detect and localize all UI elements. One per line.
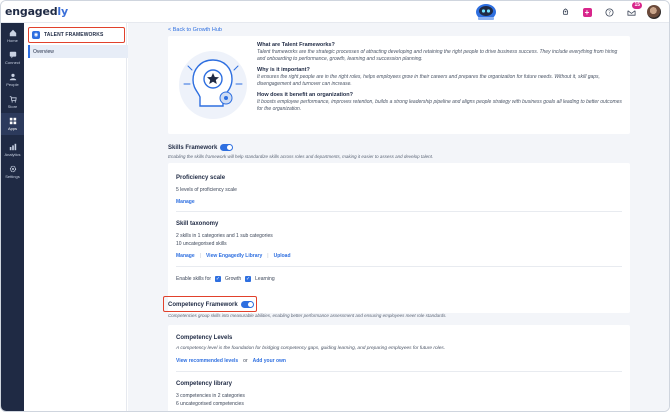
skill-taxonomy-summary: 2 skills in 1 categories and 1 sub categ… [176,233,273,239]
taxonomy-links: Manage | View Engagedly Library | Upload [176,253,291,259]
competency-framework-title: Competency Framework [168,301,254,308]
app-window: engagedly + ? 15 Home Connect People Sto… [0,0,670,412]
help-icon[interactable]: ? [603,6,615,18]
plus-icon: + [582,7,592,17]
skills-framework-title: Skills Framework [168,144,234,151]
enable-skills-row: Enable skills for ✓ Growth ✓ Learning [176,276,275,282]
skill-taxonomy-title: Skill taxonomy [176,221,219,227]
view-engagedly-library-link[interactable]: View Engagedly Library [206,253,262,259]
upload-link[interactable]: Upload [274,253,291,259]
logo-accent-text: ly [57,5,68,18]
competency-framework-description: Competencies group skills into measurabl… [168,313,447,318]
rail-item-home[interactable]: Home [1,25,24,47]
about-card: What are Talent Frameworks? Talent frame… [168,36,630,134]
rail-item-settings[interactable]: Settings [1,161,24,183]
logo-text: engaged [5,5,58,18]
rail-item-label: People [6,82,19,87]
sidebar-title: TALENT FRAMEWORKS [44,32,104,38]
gear-icon [9,165,16,173]
about-question-benefit: How does it benefit an organization? [257,92,353,98]
about-text: What are Talent Frameworks? Talent frame… [257,42,623,117]
growth-checkbox[interactable]: ✓ [215,276,222,282]
competency-library-title: Competency library [176,381,233,387]
skills-framework-card: Proficiency scale 5 levels of proficienc… [168,163,630,313]
frameworks-icon: ◉ [32,31,40,39]
rail-item-label: Analytics [4,152,21,157]
proficiency-scale-text: 5 levels of proficiency scale [176,187,237,193]
sidebar-item-label: Overview [33,48,54,55]
about-answer-benefit: It boosts employee performance, improves… [257,99,622,112]
separator: | [199,253,201,259]
divider [176,211,622,212]
notifications-button[interactable]: 15 [625,2,642,18]
talent-frameworks-header[interactable]: ◉ TALENT FRAMEWORKS [28,27,125,43]
competency-framework-toggle[interactable] [240,301,254,308]
add-your-own-link[interactable]: Add your own [253,358,286,364]
rail-item-label: Apps [7,126,18,131]
rail-item-label: Store [7,104,18,109]
rail-item-label: Connect [5,60,20,65]
analytics-icon [9,143,16,151]
rail-item-connect[interactable]: Connect [1,47,24,69]
competency-library-uncategorised: 6 uncategorised competencies [176,401,244,407]
skill-taxonomy-uncategorised: 10 uncategorised skills [176,241,227,247]
proficiency-scale-title: Proficiency scale [176,175,226,181]
separator: | [267,253,269,259]
apps-icon [9,117,16,125]
svg-text:?: ? [608,10,611,16]
competency-levels-links: View recommended levels or Add your own [176,358,286,364]
skills-framework-description: Enabling the skills framework will help … [168,154,434,159]
robot-mascot-icon [476,4,496,20]
taxonomy-manage-link[interactable]: Manage [176,253,195,259]
proficiency-links: Manage [176,199,195,205]
competency-framework-label: Competency Framework [168,301,238,308]
rail-item-store[interactable]: Store [1,91,24,113]
chat-icon [9,51,16,59]
enable-skills-label: Enable skills for [176,276,212,282]
talent-illustration-icon [179,51,247,119]
divider [176,266,622,267]
people-icon [9,73,16,81]
learning-label: Learning [255,276,275,282]
rail-item-analytics[interactable]: Analytics [1,139,24,161]
learning-checkbox[interactable]: ✓ [245,276,252,282]
about-question-what: What are Talent Frameworks? [257,42,335,48]
competency-levels-text: A competency level is the foundation for… [176,346,446,351]
user-avatar[interactable] [647,5,661,19]
proficiency-manage-link[interactable]: Manage [176,199,195,205]
rail-item-label: Settings [5,174,20,179]
main-content: < Back to Growth Hub What are Talent Fra… [128,23,669,411]
talent-frameworks-sidebar: ◉ TALENT FRAMEWORKS Overview [24,23,146,411]
engagedly-logo[interactable]: engagedly [5,5,68,18]
home-icon [9,29,16,37]
add-button[interactable]: + [581,6,593,18]
cart-icon [9,96,17,103]
view-recommended-levels-link[interactable]: View recommended levels [176,358,238,364]
skills-framework-label: Skills Framework [168,144,218,151]
left-rail: Home Connect People Store Apps Analytics… [1,23,24,411]
about-answer-why: It ensures the right people are in the r… [257,74,600,87]
back-to-growth-hub-link[interactable]: < Back to Growth Hub [168,27,222,33]
rail-item-label: Home [7,38,18,43]
competency-levels-title: Competency Levels [176,335,233,341]
top-actions: + ? 15 [559,2,661,19]
notification-badge: 15 [632,2,642,9]
about-answer-what: Talent frameworks are the strategic proc… [257,49,618,62]
rail-item-people[interactable]: People [1,69,24,91]
or-text: or [243,358,248,364]
rail-item-apps[interactable]: Apps [1,113,24,135]
competency-framework-card: Competency Levels A competency level is … [168,325,630,411]
top-bar: engagedly + ? 15 [1,1,669,23]
divider [176,371,622,372]
skills-framework-toggle[interactable] [220,144,234,151]
about-question-why: Why is it important? [257,67,310,73]
growth-label: Growth [225,276,242,282]
competency-library-summary: 3 competencies in 2 categories [176,393,245,399]
rocket-icon[interactable] [559,6,571,18]
